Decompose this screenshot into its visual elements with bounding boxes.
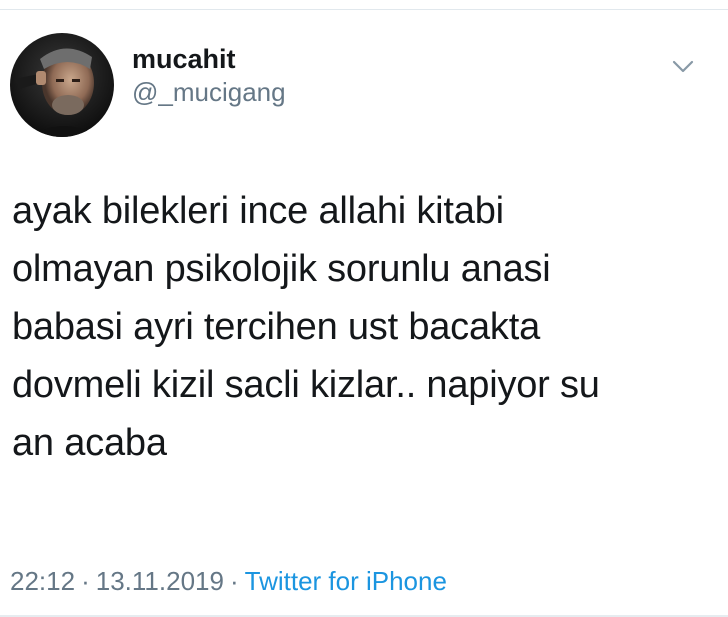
tweet-text-line: an acaba [12, 422, 167, 464]
tweet-text-line: ayak bilekleri ince allahi kitabi [12, 190, 504, 232]
user-handle[interactable]: @_mucigang [132, 75, 286, 109]
tweet-header: mucahit @_mucigang [10, 33, 286, 137]
top-divider [0, 0, 728, 10]
tweet-meta: 22:12 · 13.11.2019 · Twitter for iPhone [10, 564, 447, 598]
avatar-image [10, 33, 114, 137]
tweet-date[interactable]: 13.11.2019 [96, 566, 224, 596]
chevron-down-icon-graphic [672, 60, 694, 73]
chevron-down-icon[interactable] [672, 60, 694, 74]
tweet-text-line: babasi ayri tercihen ust bacakta [12, 306, 541, 348]
tweet-card: mucahit @_mucigang ayak bilekleri ince a… [0, 0, 728, 617]
tweet-text: ayak bilekleri ince allahi kitabi olmaya… [12, 182, 702, 472]
tweet-text-line: dovmeli kizil sacli kizlar.. napiyor su [12, 364, 600, 406]
tweet-time[interactable]: 22:12 [10, 566, 75, 596]
avatar[interactable] [10, 33, 114, 137]
meta-separator: · [81, 566, 90, 596]
tweet-text-line: olmayan psikolojik sorunlu anasi [12, 248, 551, 290]
display-name[interactable]: mucahit [132, 43, 286, 75]
tweet-source-link[interactable]: Twitter for iPhone [245, 566, 447, 596]
user-names: mucahit @_mucigang [132, 43, 286, 109]
meta-separator: · [229, 566, 239, 596]
